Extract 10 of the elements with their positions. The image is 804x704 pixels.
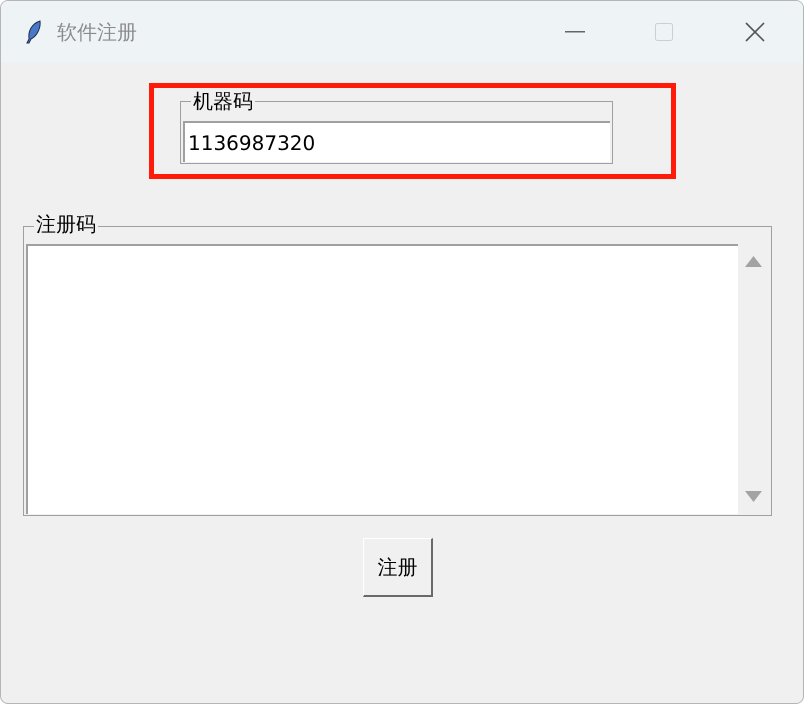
maximize-icon[interactable] [655, 23, 673, 41]
down-arrow-icon[interactable] [745, 491, 762, 502]
up-arrow-icon[interactable] [745, 256, 762, 267]
minimize-icon[interactable] [565, 31, 585, 33]
machine-code-field[interactable]: 1136987320 [183, 121, 610, 162]
feather-icon [25, 20, 43, 44]
close-icon[interactable] [745, 22, 765, 42]
register-button[interactable]: 注册 [363, 538, 433, 597]
group-label: 注册码 [34, 211, 98, 237]
window-title: 软件注册 [57, 19, 137, 46]
